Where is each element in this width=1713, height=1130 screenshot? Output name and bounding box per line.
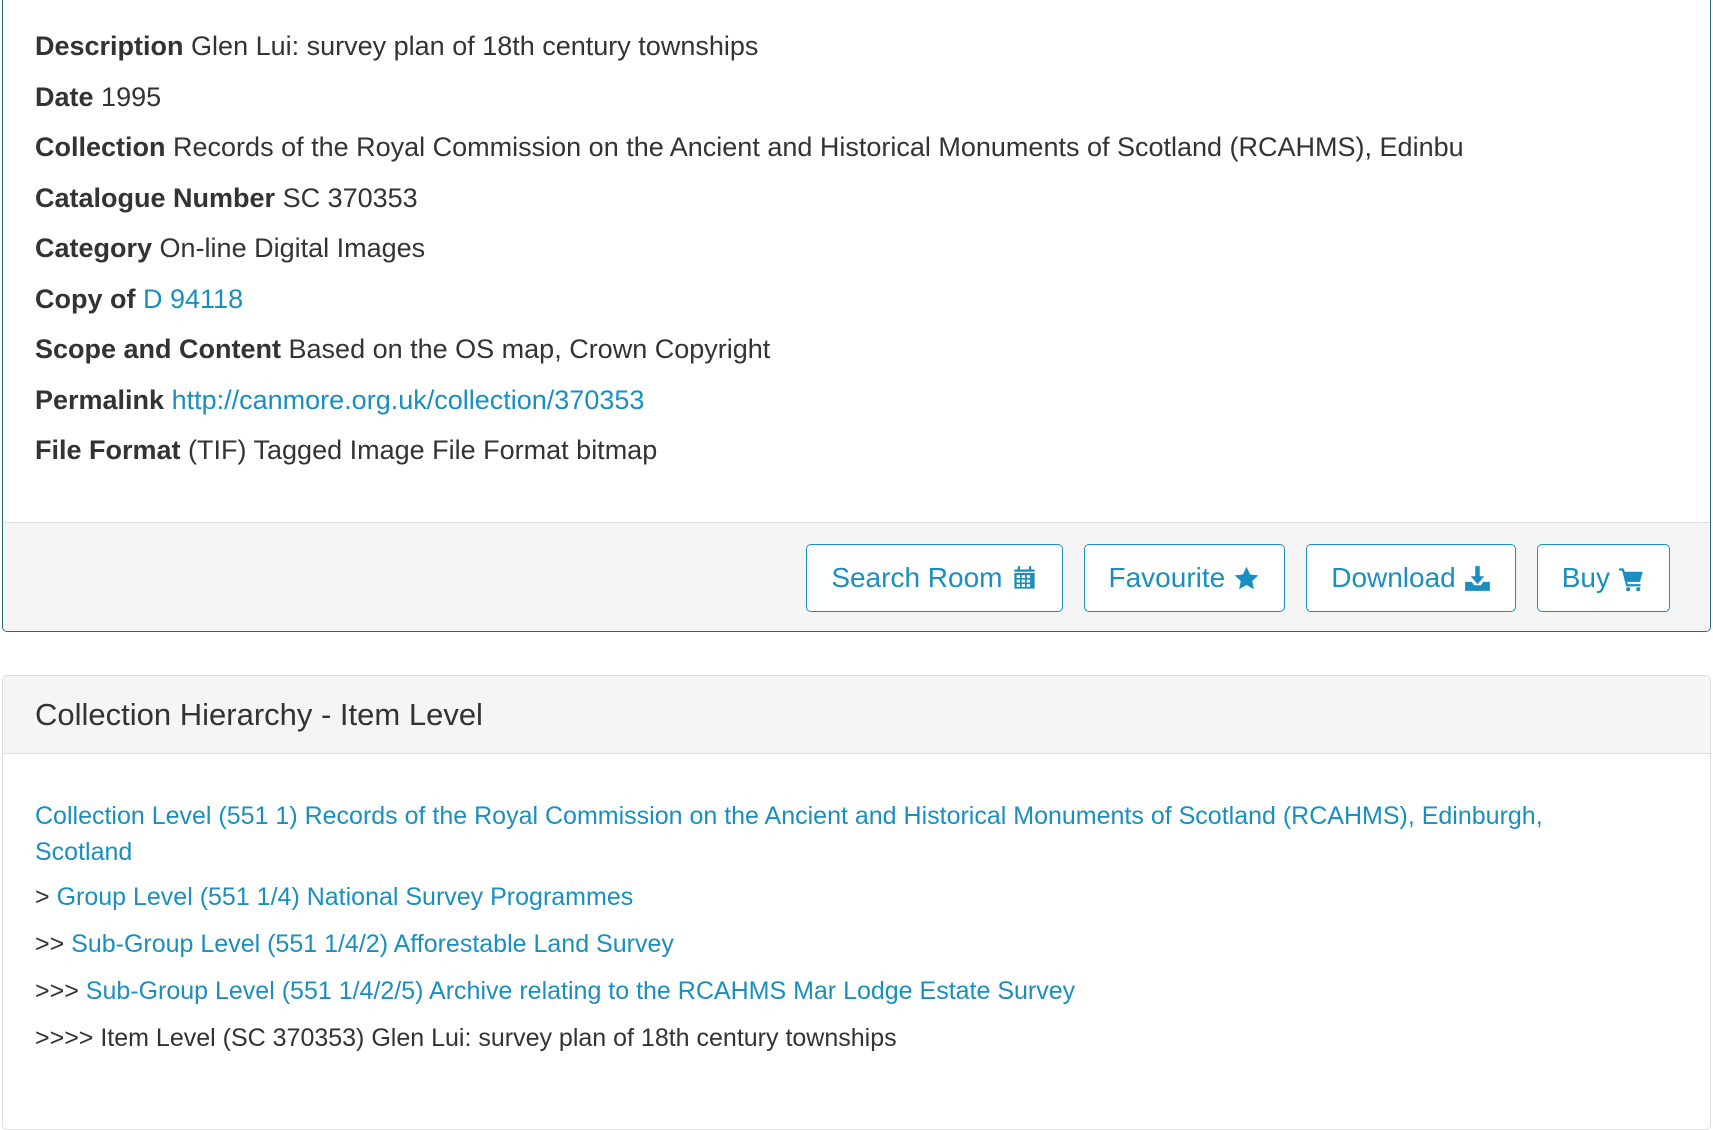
metadata-value: 1995 <box>101 81 162 112</box>
panel-footer: Search Room Favourite Download Buy <box>3 522 1710 631</box>
metadata-row-description: Description Glen Lui: survey plan of 18t… <box>35 21 1690 72</box>
metadata-label: Date <box>35 81 94 112</box>
metadata-row-copy-of: Copy of D 94118 <box>35 274 1690 325</box>
hierarchy-item: >>> Sub-Group Level (551 1/4/2/5) Archiv… <box>35 973 1610 1009</box>
panel-heading: Collection Hierarchy - Item Level <box>3 676 1710 754</box>
metadata-value: On-line Digital Images <box>159 233 426 263</box>
button-label: Favourite <box>1108 562 1226 593</box>
metadata-value: Glen Lui: survey plan of 18th century to… <box>191 31 759 61</box>
hierarchy-level-link[interactable]: Sub-Group Level (551 1/4/2/5) Archive re… <box>86 977 1075 1005</box>
metadata-row-file-format: File Format (TIF) Tagged Image File Form… <box>35 425 1690 476</box>
star-icon <box>1233 565 1260 592</box>
cart-icon <box>1618 565 1645 592</box>
metadata-row-date: Date 1995 <box>35 72 1690 123</box>
record-details-panel: Description Glen Lui: survey plan of 18t… <box>2 0 1711 632</box>
metadata-label: Catalogue Number <box>35 182 276 213</box>
hierarchy-item: >> Sub-Group Level (551 1/4/2) Afforesta… <box>35 926 1610 962</box>
metadata-row-category: Category On-line Digital Images <box>35 223 1690 274</box>
hierarchy-list: Collection Level (551 1) Records of the … <box>35 798 1610 1067</box>
metadata-value-link[interactable]: http://canmore.org.uk/collection/370353 <box>172 385 645 415</box>
metadata-label: Category <box>35 233 153 263</box>
collection-level-link[interactable]: Collection Level (551 1) Records of the … <box>35 802 1543 866</box>
metadata-value: (TIF) Tagged Image File Format bitmap <box>188 435 658 465</box>
buy-button[interactable]: Buy <box>1536 544 1670 612</box>
metadata-value: Based on the OS map, Crown Copyright <box>288 334 771 364</box>
hierarchy-prefix: >>> <box>35 977 79 1005</box>
metadata-value-link[interactable]: D 94118 <box>143 284 243 314</box>
metadata-label: File Format <box>35 435 181 465</box>
hierarchy-prefix: > <box>35 883 50 911</box>
download-icon <box>1464 565 1491 592</box>
button-label: Buy <box>1561 562 1610 593</box>
download-button[interactable]: Download <box>1306 544 1516 612</box>
hierarchy-item-collection: Collection Level (551 1) Records of the … <box>35 798 1610 870</box>
action-buttons: Search Room Favourite Download Buy <box>806 544 1670 612</box>
hierarchy-level-link[interactable]: Sub-Group Level (551 1/4/2) Afforestable… <box>71 930 674 958</box>
metadata-label: Scope and Content <box>35 334 282 364</box>
metadata-list: Description Glen Lui: survey plan of 18t… <box>35 21 1690 476</box>
metadata-row-permalink: Permalink http://canmore.org.uk/collecti… <box>35 375 1690 426</box>
metadata-label: Description <box>35 31 184 61</box>
hierarchy-item: >>>> Item Level (SC 370353) Glen Lui: su… <box>35 1020 1610 1056</box>
favourite-button[interactable]: Favourite <box>1083 544 1286 612</box>
metadata-label: Permalink <box>35 384 165 415</box>
hierarchy-item: > Group Level (551 1/4) National Survey … <box>35 879 1610 915</box>
collection-hierarchy-panel: Collection Hierarchy - Item Level Collec… <box>2 675 1711 1130</box>
search-room-button[interactable]: Search Room <box>806 544 1063 612</box>
metadata-value: SC 370353 <box>282 182 418 213</box>
metadata-value: Records of the Royal Commission on the A… <box>173 132 1464 162</box>
metadata-label: Copy of <box>35 283 136 314</box>
hierarchy-prefix: >> <box>35 930 65 958</box>
button-label: Search Room <box>831 562 1003 593</box>
metadata-row-scope-and-content: Scope and Content Based on the OS map, C… <box>35 324 1690 375</box>
hierarchy-prefix: >>>> <box>35 1024 94 1052</box>
metadata-label: Collection <box>35 132 166 162</box>
button-label: Download <box>1331 562 1456 593</box>
hierarchy-current-item: Item Level (SC 370353) Glen Lui: survey … <box>100 1024 897 1052</box>
calendar-icon <box>1011 565 1038 592</box>
hierarchy-level-link[interactable]: Group Level (551 1/4) National Survey Pr… <box>57 883 634 911</box>
metadata-row-collection: Collection Records of the Royal Commissi… <box>35 122 1690 173</box>
metadata-row-catalogue-number: Catalogue Number SC 370353 <box>35 173 1690 224</box>
